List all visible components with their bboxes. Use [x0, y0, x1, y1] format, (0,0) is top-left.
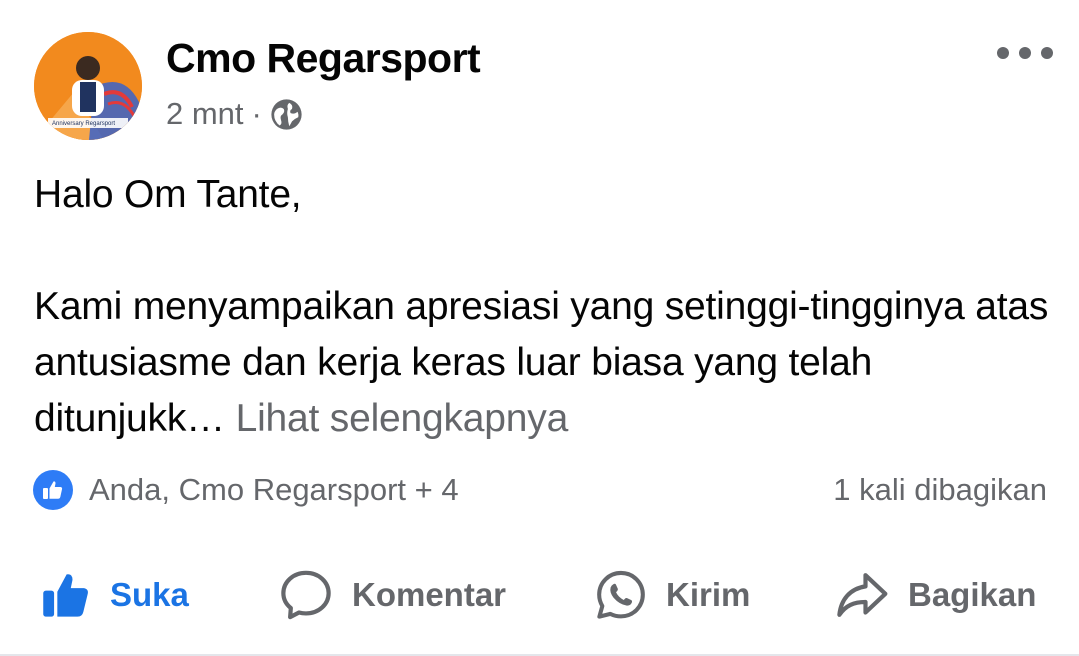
- facebook-post: Anniversary Regarsport Cmo Regarsport 2 …: [0, 0, 1079, 656]
- like-label: Suka: [110, 576, 189, 613]
- author-avatar[interactable]: Anniversary Regarsport: [34, 32, 142, 140]
- send-label: Kirim: [666, 576, 751, 613]
- post-greeting: Halo Om Tante,: [34, 173, 302, 216]
- avatar-image: Anniversary Regarsport: [34, 32, 142, 140]
- comment-icon: [281, 570, 331, 620]
- meta-separator: ·: [251, 96, 262, 131]
- like-icon: [33, 470, 73, 510]
- reactions-summary[interactable]: Anda, Cmo Regarsport + 4: [33, 470, 459, 510]
- share-button[interactable]: Bagikan: [834, 560, 1036, 630]
- globe-icon: [270, 98, 303, 131]
- action-bar: Suka Komentar Kirim Bagikan: [0, 560, 1079, 630]
- comment-button[interactable]: Komentar: [278, 560, 506, 630]
- thumbs-up-icon: [43, 574, 88, 617]
- whatsapp-icon: [597, 570, 645, 619]
- dot-icon: [1019, 47, 1031, 59]
- post-time[interactable]: 2 mnt: [166, 96, 244, 132]
- share-count[interactable]: 1 kali dibagikan: [833, 470, 1047, 510]
- dot-icon: [1041, 47, 1053, 59]
- svg-text:Anniversary Regarsport: Anniversary Regarsport: [52, 121, 115, 127]
- author-name[interactable]: Cmo Regarsport: [166, 30, 481, 86]
- share-arrow-icon: [837, 573, 888, 617]
- dot-icon: [997, 47, 1009, 59]
- share-label: Bagikan: [908, 576, 1037, 613]
- more-options-button[interactable]: [997, 38, 1053, 68]
- see-more-link[interactable]: Lihat selengkapnya: [236, 397, 569, 440]
- post-text: Halo Om Tante, Kami menyampaikan apresia…: [34, 167, 1054, 447]
- reactions-text: Anda, Cmo Regarsport + 4: [89, 472, 459, 507]
- send-button[interactable]: Kirim: [594, 560, 750, 630]
- post-meta: 2 mnt ·: [166, 94, 303, 134]
- post-paragraph: Kami menyampaikan apresiasi yang setingg…: [34, 279, 1054, 447]
- like-button[interactable]: Suka: [40, 560, 189, 630]
- comment-label: Komentar: [352, 576, 507, 613]
